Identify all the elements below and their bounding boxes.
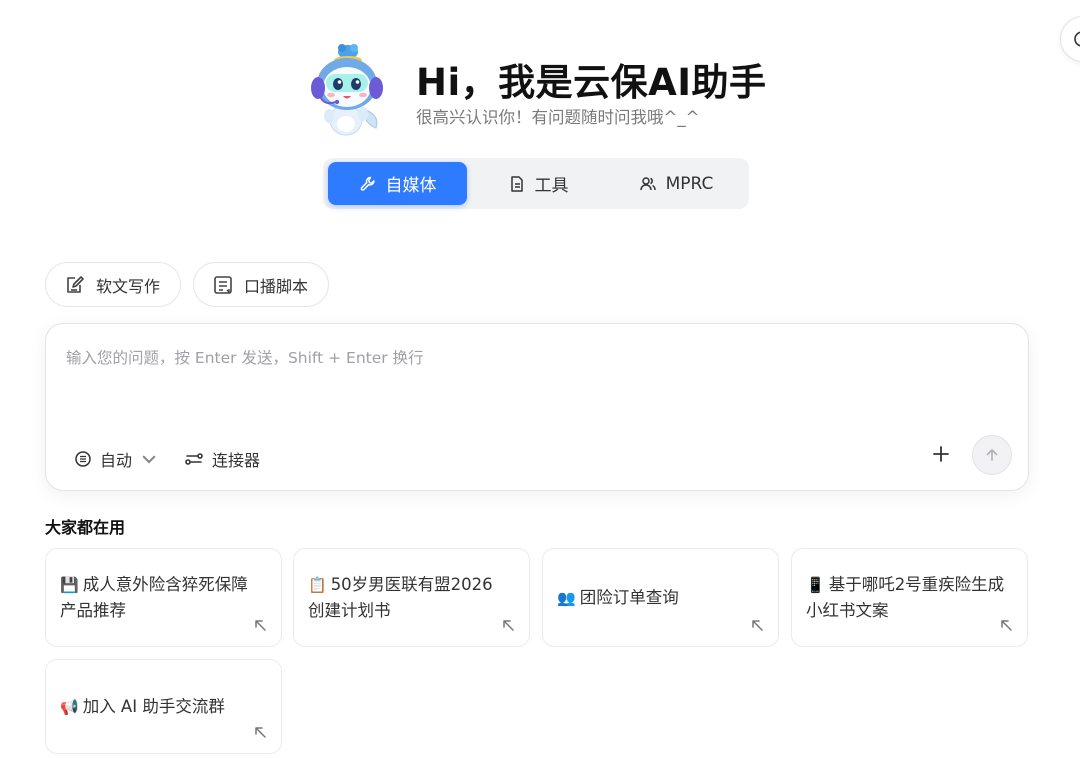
hero-title: Hi，我是云保AI助手 bbox=[416, 61, 767, 104]
plus-icon bbox=[933, 446, 949, 462]
popular-card-label: 基于哪吒2号重疾险生成小红书文案 bbox=[806, 575, 1005, 620]
tab-self-media-label: 自媒体 bbox=[385, 176, 437, 196]
popular-card-text: 💾 成人意外险含猝死保障产品推荐 bbox=[60, 549, 259, 646]
tab-mprc[interactable]: MPRC bbox=[609, 162, 743, 205]
popular-card-text: 👥 团险订单查询 bbox=[557, 549, 756, 646]
document-icon bbox=[510, 175, 523, 192]
attach-button[interactable] bbox=[928, 441, 954, 467]
question-input[interactable] bbox=[66, 346, 1006, 426]
users-icon bbox=[639, 176, 656, 190]
edit-doc-icon bbox=[67, 275, 84, 293]
popular-card-text: 📱 基于哪吒2号重疾险生成小红书文案 bbox=[806, 549, 1005, 646]
people-icon: 👥 bbox=[557, 588, 576, 607]
connector-label: 连接器 bbox=[212, 451, 261, 470]
list-circle-icon bbox=[75, 451, 91, 467]
megaphone-icon: 📢 bbox=[60, 697, 79, 716]
popular-card-label: 50岁男医联有盟2026创建计划书 bbox=[308, 575, 493, 620]
arrow-up-icon bbox=[986, 449, 998, 461]
tab-self-media[interactable]: 自媒体 bbox=[328, 162, 467, 205]
popular-card[interactable]: 📱 基于哪吒2号重疾险生成小红书文案 bbox=[791, 548, 1028, 647]
assistant-home: Hi，我是云保AI助手 很高兴认识你！有问题随时问我哦^_^ 自媒体 工具 MP… bbox=[0, 0, 1080, 758]
popular-card[interactable]: 📢 加入 AI 助手交流群 bbox=[45, 659, 282, 754]
chevron-down-icon bbox=[142, 455, 156, 464]
history-button[interactable] bbox=[1060, 16, 1080, 62]
popular-card[interactable]: 💾 成人意外险含猝死保障产品推荐 bbox=[45, 548, 282, 647]
floppy-icon: 💾 bbox=[60, 576, 79, 594]
mode-tab-bar: 自媒体 工具 MPRC bbox=[323, 158, 749, 209]
mascot-avatar bbox=[311, 44, 383, 136]
arrow-up-left-icon bbox=[752, 620, 763, 631]
popular-card-label: 加入 AI 助手交流群 bbox=[82, 696, 225, 716]
chip-article-writing[interactable]: 软文写作 bbox=[45, 262, 181, 307]
arrow-up-left-icon bbox=[255, 620, 266, 631]
popular-card[interactable]: 👥 团险订单查询 bbox=[542, 548, 779, 647]
clipboard-icon: 📋 bbox=[308, 576, 327, 594]
phone-icon: 📱 bbox=[806, 576, 825, 594]
arrow-up-left-icon bbox=[503, 620, 514, 631]
popular-card[interactable]: 📋 50岁男医联有盟2026创建计划书 bbox=[293, 548, 530, 647]
connector-icon bbox=[185, 453, 203, 465]
popular-card-label: 团险订单查询 bbox=[579, 587, 679, 607]
popular-card-text: 📋 50岁男医联有盟2026创建计划书 bbox=[308, 549, 507, 646]
tab-tools[interactable]: 工具 bbox=[471, 162, 605, 205]
chip-voiceover-script[interactable]: 口播脚本 bbox=[193, 262, 329, 307]
auto-mode-label: 自动 bbox=[100, 451, 133, 470]
hero: Hi，我是云保AI助手 很高兴认识你！有问题随时问我哦^_^ bbox=[306, 38, 776, 142]
chat-input-card: 自动 连接器 bbox=[45, 323, 1029, 491]
auto-mode-select[interactable]: 自动 bbox=[74, 445, 158, 473]
tab-mprc-label: MPRC bbox=[665, 173, 714, 194]
popular-card-text: 📢 加入 AI 助手交流群 bbox=[60, 660, 259, 753]
wrench-icon bbox=[360, 176, 375, 191]
script-icon bbox=[214, 275, 232, 294]
arrow-up-left-icon bbox=[255, 727, 266, 738]
chip-voiceover-script-label: 口播脚本 bbox=[244, 276, 309, 296]
connector-button[interactable]: 连接器 bbox=[184, 445, 260, 473]
arrow-up-left-icon bbox=[1001, 620, 1012, 631]
popular-section-title: 大家都在用 bbox=[45, 518, 126, 537]
send-button[interactable] bbox=[972, 435, 1012, 475]
hero-subtitle: 很高兴认识你！有问题随时问我哦^_^ bbox=[416, 108, 700, 127]
popular-card-label: 成人意外险含猝死保障产品推荐 bbox=[60, 575, 248, 620]
tab-tools-label: 工具 bbox=[534, 176, 569, 196]
chip-article-writing-label: 软文写作 bbox=[96, 276, 161, 296]
clock-icon bbox=[1074, 31, 1080, 47]
